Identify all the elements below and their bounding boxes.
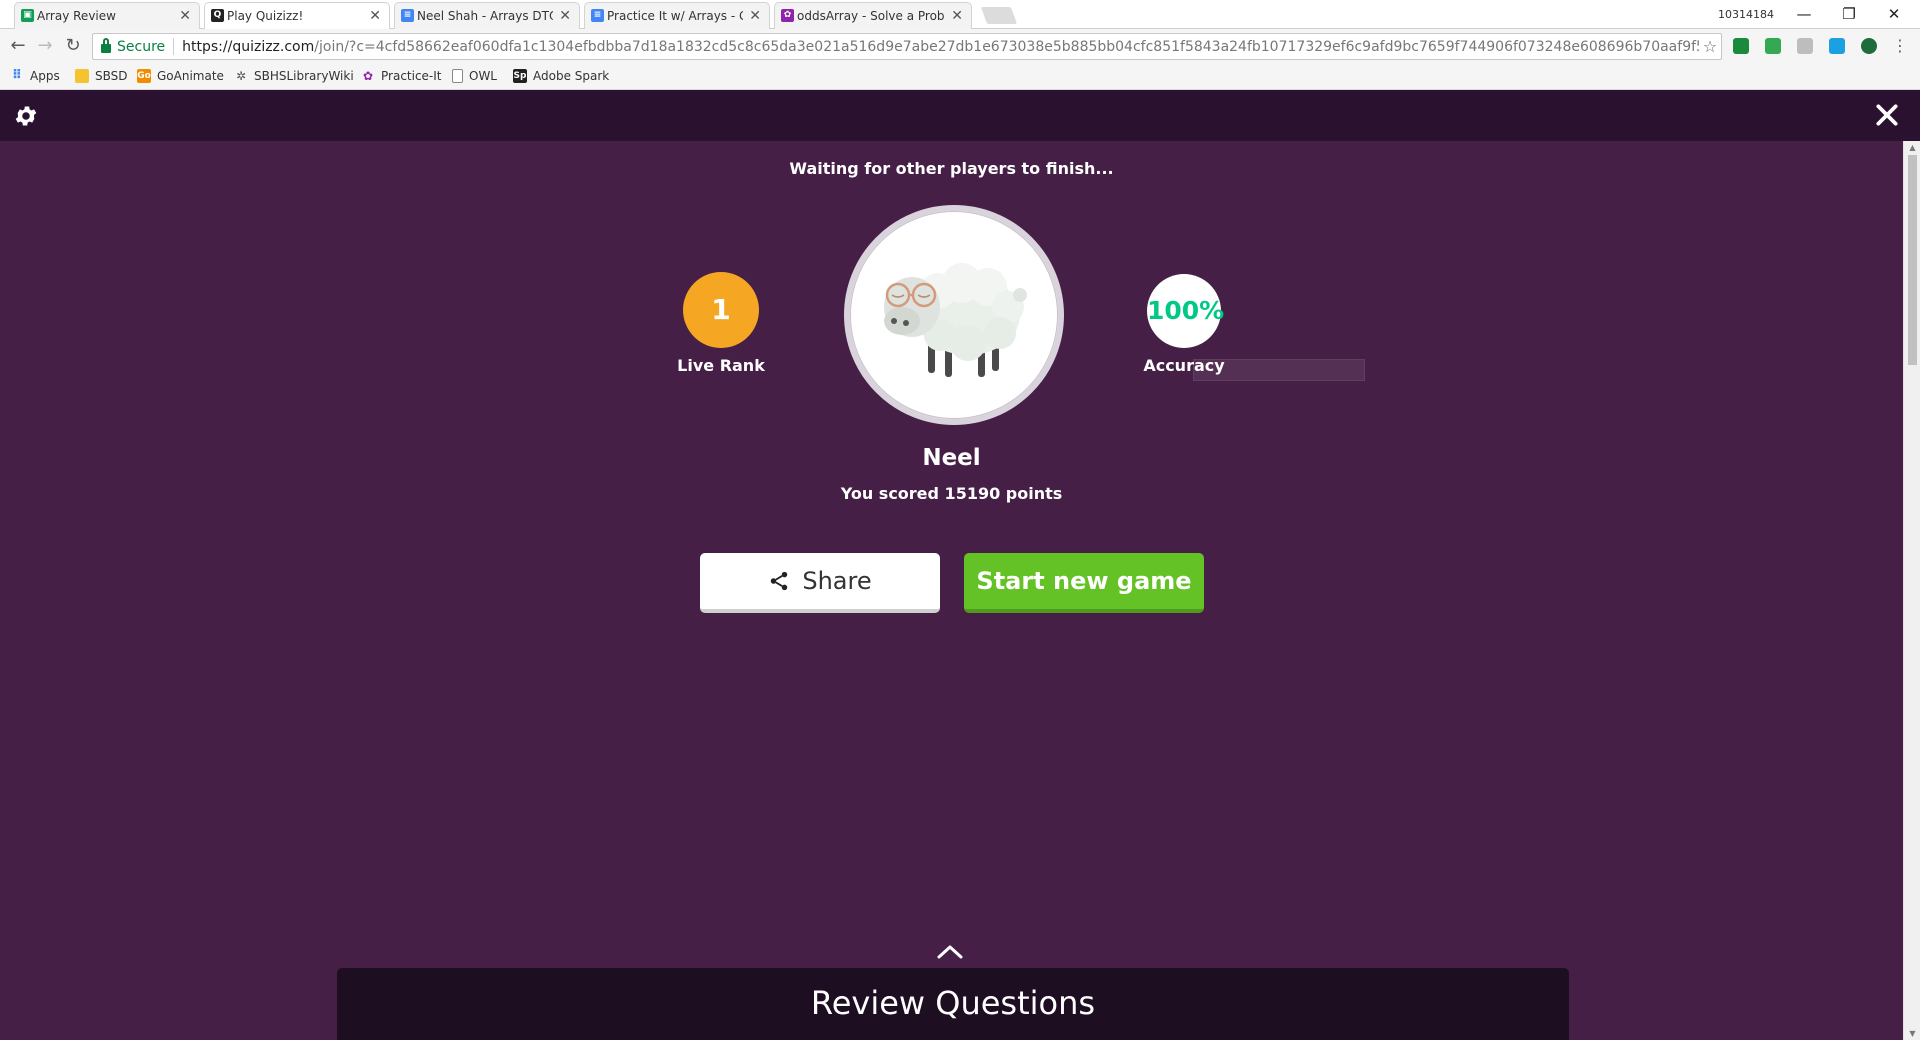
practice-it-icon: ✿ bbox=[781, 9, 794, 22]
bookmark-sbsd[interactable]: SBSD bbox=[75, 69, 128, 83]
bookmark-adobe-spark[interactable]: Sp Adobe Spark bbox=[513, 69, 609, 83]
close-quiz-icon[interactable] bbox=[1874, 102, 1900, 128]
new-tab-button[interactable] bbox=[980, 7, 1018, 24]
window-close-icon[interactable]: ✕ bbox=[1874, 2, 1914, 26]
bookmark-label: Practice-It bbox=[381, 69, 442, 83]
goanimate-icon: Go bbox=[137, 69, 151, 83]
scroll-up-arrow-icon[interactable]: ▲ bbox=[1907, 143, 1918, 152]
bookmark-owl[interactable]: OWL bbox=[452, 69, 497, 83]
sheep-avatar-icon bbox=[884, 263, 1027, 377]
bookmark-label: OWL bbox=[469, 69, 497, 83]
tab-practice-it-arrays[interactable]: ≡ Practice It w/ Arrays - Go ✕ bbox=[584, 2, 770, 29]
accuracy-badge: 100% bbox=[1147, 274, 1224, 348]
tab-array-review[interactable]: ▣ Array Review ✕ bbox=[14, 2, 200, 29]
docs-icon: ≡ bbox=[591, 9, 604, 22]
share-button[interactable]: Share bbox=[700, 553, 940, 613]
close-tab-icon[interactable]: ✕ bbox=[749, 8, 761, 24]
bookmark-label: Apps bbox=[30, 69, 60, 83]
bookmarks-bar: ⠿ Apps SBSD Go GoAnimate ✲ SBHSLibraryWi… bbox=[0, 64, 1920, 90]
browser-toolbar: ← → ↻ Secure https://quizizz.com/join/?c… bbox=[0, 29, 1920, 64]
scrollbar-thumb[interactable] bbox=[1908, 155, 1917, 365]
url-text[interactable]: https://quizizz.com/join/?c=4cfd58662eaf… bbox=[182, 39, 1699, 55]
lock-icon bbox=[101, 37, 111, 53]
secure-label: Secure bbox=[117, 38, 166, 55]
tab-play-quizizz[interactable]: Q Play Quizizz! ✕ bbox=[204, 2, 390, 29]
wiki-icon: ✲ bbox=[235, 69, 247, 83]
tab-neel-shah-arrays[interactable]: ≡ Neel Shah - Arrays DTO ✕ bbox=[394, 2, 580, 29]
bookmark-sbhslibrarywiki[interactable]: ✲ SBHSLibraryWiki bbox=[234, 69, 354, 83]
classroom-icon: ▣ bbox=[21, 9, 34, 22]
bookmark-label: SBSD bbox=[95, 69, 128, 83]
extension-icon[interactable] bbox=[1733, 38, 1749, 54]
classroom-extension-icon[interactable] bbox=[1765, 38, 1781, 54]
quizizz-icon: Q bbox=[211, 9, 224, 22]
url-host: https://quizizz.com bbox=[182, 38, 315, 55]
close-tab-icon[interactable]: ✕ bbox=[559, 8, 571, 24]
scroll-down-arrow-icon[interactable]: ▼ bbox=[1907, 1029, 1918, 1038]
reload-icon[interactable]: ↻ bbox=[61, 34, 85, 58]
chevron-up-icon[interactable] bbox=[936, 942, 964, 960]
tab-title: Play Quizizz! bbox=[227, 9, 304, 23]
quiz-top-bar bbox=[0, 90, 1920, 141]
waiting-message: Waiting for other players to finish... bbox=[789, 159, 1114, 178]
browser-tab-strip: ▣ Array Review ✕ Q Play Quizizz! ✕ ≡ Nee… bbox=[0, 0, 1920, 29]
review-questions-panel[interactable]: Review Questions bbox=[337, 968, 1569, 1040]
page-scrollbar[interactable]: ▲ ▼ bbox=[1903, 141, 1920, 1040]
tab-oddsarray[interactable]: ✿ oddsArray - Solve a Prob ✕ bbox=[774, 2, 972, 29]
settings-gear-icon[interactable] bbox=[13, 103, 39, 129]
window-user-label: 10314184 bbox=[1718, 8, 1774, 21]
cast-extension-icon[interactable] bbox=[1829, 38, 1845, 54]
page-icon bbox=[452, 69, 463, 83]
close-tab-icon[interactable]: ✕ bbox=[179, 8, 191, 24]
docs-icon: ≡ bbox=[401, 9, 414, 22]
divider bbox=[173, 38, 175, 55]
profile-extension-icon[interactable] bbox=[1861, 38, 1877, 54]
bookmark-star-icon[interactable]: ☆ bbox=[1699, 37, 1721, 56]
quizizz-results-page: Waiting for other players to finish... 1… bbox=[0, 90, 1920, 1040]
practice-it-icon: ✿ bbox=[362, 69, 374, 83]
close-tab-icon[interactable]: ✕ bbox=[951, 8, 963, 24]
player-avatar bbox=[844, 205, 1064, 425]
bookmark-label: Adobe Spark bbox=[533, 69, 610, 83]
menu-kebab-icon[interactable]: ⋮ bbox=[1888, 34, 1912, 58]
tab-title: Array Review bbox=[37, 9, 116, 23]
tab-title: Practice It w/ Arrays - Go bbox=[607, 9, 744, 23]
player-name: Neel bbox=[922, 445, 981, 471]
forward-icon[interactable]: → bbox=[33, 34, 57, 58]
share-icon bbox=[771, 571, 788, 591]
bookmark-label: GoAnimate bbox=[157, 69, 224, 83]
adobe-spark-icon: Sp bbox=[513, 69, 527, 83]
extension-icon[interactable] bbox=[1797, 38, 1813, 54]
bookmark-label: SBHSLibraryWiki bbox=[254, 69, 354, 83]
restore-icon[interactable]: ❐ bbox=[1829, 2, 1869, 26]
close-tab-icon[interactable]: ✕ bbox=[369, 8, 381, 24]
live-rank-label: Live Rank bbox=[677, 356, 765, 375]
folder-icon bbox=[75, 69, 89, 83]
back-icon[interactable]: ← bbox=[6, 34, 30, 58]
minimize-icon[interactable]: — bbox=[1784, 2, 1824, 26]
bookmark-goanimate[interactable]: Go GoAnimate bbox=[137, 69, 224, 83]
live-rank-badge: 1 bbox=[683, 272, 759, 348]
start-new-game-button[interactable]: Start new game bbox=[964, 553, 1204, 613]
faint-overlay bbox=[1193, 359, 1365, 381]
url-path: /join/?c=4cfd58662eaf060dfa1c1304efbdbba… bbox=[314, 38, 1699, 55]
address-bar[interactable]: Secure https://quizizz.com/join/?c=4cfd5… bbox=[92, 33, 1722, 60]
score-text: You scored 15190 points bbox=[840, 484, 1063, 503]
tab-title: Neel Shah - Arrays DTO bbox=[417, 9, 554, 23]
bookmark-apps[interactable]: ⠿ Apps bbox=[10, 68, 60, 84]
share-label: Share bbox=[802, 567, 872, 595]
apps-grid-icon: ⠿ bbox=[11, 68, 23, 83]
tab-title: oddsArray - Solve a Prob bbox=[797, 9, 945, 23]
bookmark-practice-it[interactable]: ✿ Practice-It bbox=[361, 69, 442, 83]
review-questions-title: Review Questions bbox=[810, 984, 1096, 1022]
